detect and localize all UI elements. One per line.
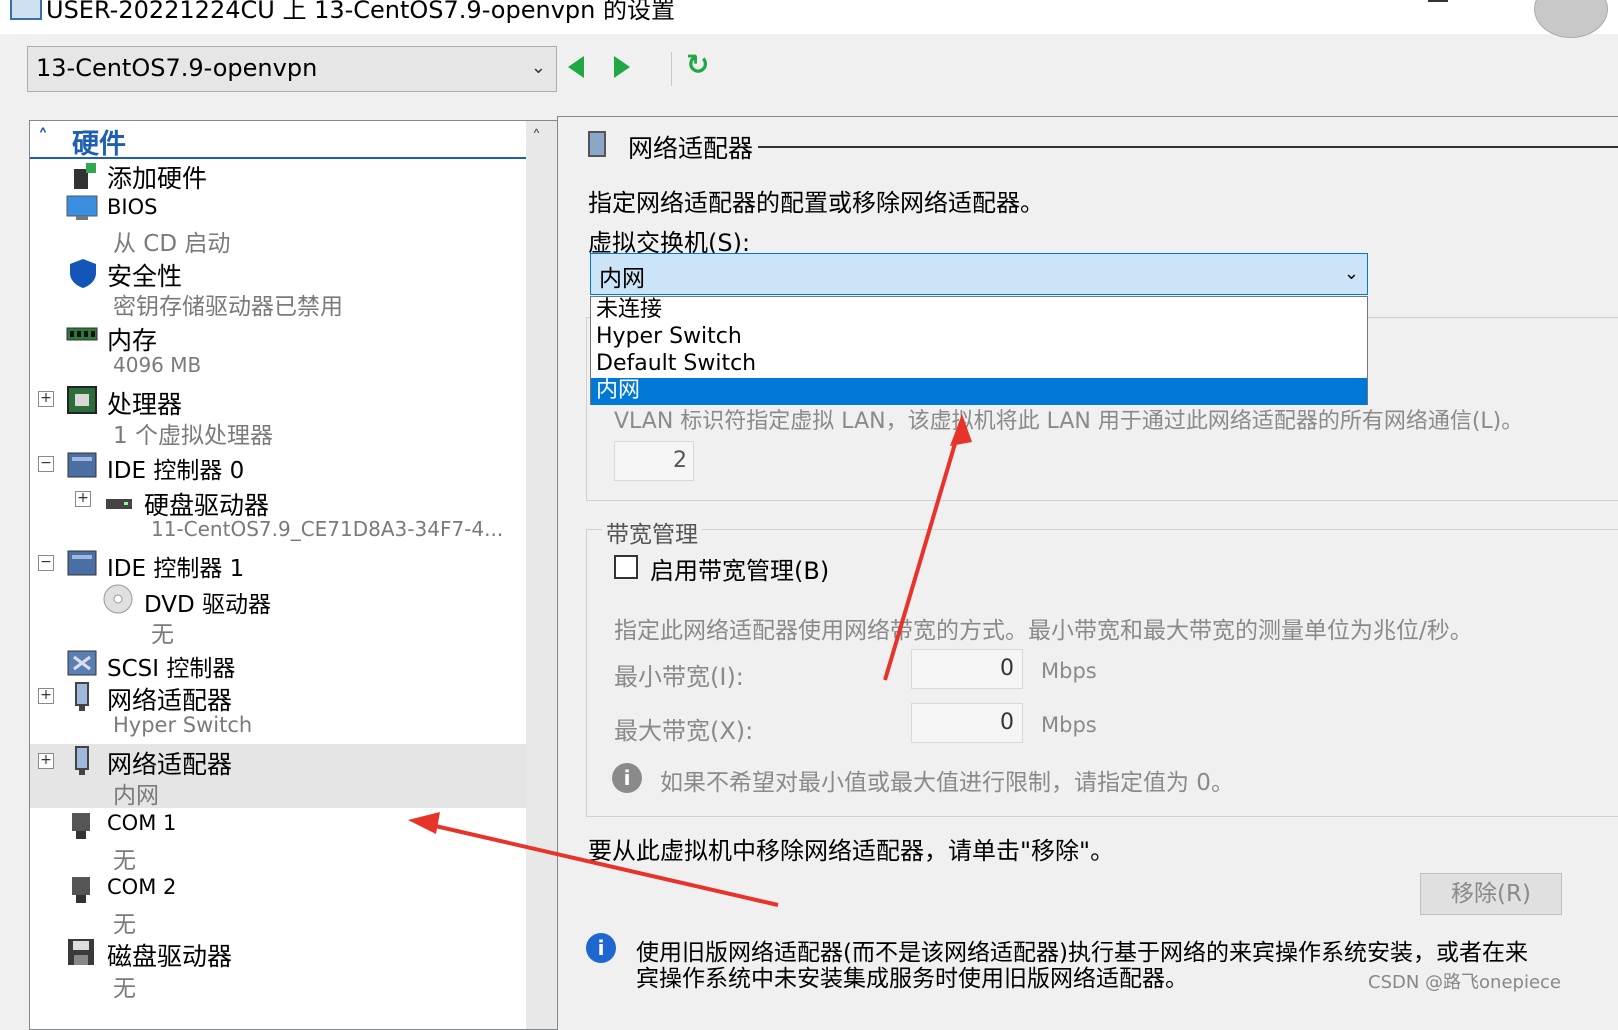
tree-item-add-hardware[interactable]: 添加硬件 — [107, 159, 207, 195]
shield-icon — [68, 257, 98, 288]
back-button[interactable] — [568, 52, 594, 82]
max-bandwidth-input[interactable]: 0 — [911, 703, 1023, 743]
com-port-icon — [68, 875, 98, 903]
processor-icon — [66, 385, 97, 414]
chevron-down-icon: ⌄ — [1343, 263, 1359, 284]
diskette-sub: 无 — [113, 976, 136, 1002]
tree-item-memory[interactable]: 内存 — [107, 321, 157, 357]
remove-button[interactable]: 移除(R) — [1420, 873, 1562, 915]
arrow-left-icon — [568, 56, 584, 78]
expand-icon[interactable]: + — [38, 753, 54, 769]
dropdown-option[interactable]: 未连接 — [591, 297, 1367, 324]
chevron-down-icon: ⌄ — [530, 57, 546, 78]
security-sub: 密钥存储驱动器已禁用 — [113, 294, 343, 320]
min-bandwidth-unit: Mbps — [1041, 659, 1097, 683]
refresh-icon: ↻ — [686, 48, 710, 81]
vlan-description: VLAN 标识符指定虚拟 LAN，该虚拟机将此 LAN 用于通过此网络适配器的所… — [614, 409, 1524, 434]
memory-sub: 4096 MB — [113, 353, 202, 377]
virtual-switch-value: 内网 — [599, 266, 645, 292]
tree-item-diskette[interactable]: 磁盘驱动器 — [107, 937, 232, 973]
title-rule — [758, 146, 1618, 148]
avatar — [1534, 0, 1608, 38]
info-icon: i — [586, 933, 616, 963]
tree-item-dvd[interactable]: DVD 驱动器 — [144, 585, 271, 619]
tree-item-ide-0[interactable]: IDE 控制器 0 — [107, 451, 244, 485]
expand-icon[interactable]: + — [38, 391, 54, 407]
vm-select[interactable]: 13-CentOS7.9-openvpn ⌄ — [27, 46, 557, 92]
com1-sub: 无 — [113, 848, 136, 874]
app-icon — [10, 0, 42, 20]
hardware-title: 硬件 — [72, 129, 126, 160]
network-adapter-2-sub: 内网 — [113, 783, 159, 809]
tree-item-network-adapter-1[interactable]: 网络适配器 — [107, 681, 232, 717]
scroll-up-icon[interactable]: ˄ — [532, 127, 541, 148]
bios-sub: 从 CD 启动 — [113, 231, 231, 257]
hardware-section-header[interactable]: ˄ 硬件 — [30, 121, 526, 160]
watermark: CSDN @路飞onepiece — [1368, 972, 1562, 993]
virtual-switch-select[interactable]: 内网 ⌄ — [590, 253, 1368, 295]
tree-item-bios[interactable]: BIOS — [107, 195, 157, 219]
selected-row-highlight — [30, 744, 526, 808]
virtual-switch-dropdown: 未连接 Hyper Switch Default Switch 内网 — [590, 296, 1368, 405]
min-bandwidth-label: 最小带宽(I): — [614, 663, 744, 691]
tree-item-com2[interactable]: COM 2 — [107, 875, 176, 899]
minimize-button[interactable] — [1428, 0, 1448, 2]
tree-item-com1[interactable]: COM 1 — [107, 811, 176, 835]
network-adapter-icon — [70, 681, 100, 711]
dvd-icon — [102, 583, 133, 614]
network-adapter-1-sub: Hyper Switch — [113, 713, 253, 737]
window-title: USER-20221224CU 上 13-CentOS7.9-openvpn 的… — [46, 0, 675, 24]
title-bar: USER-20221224CU 上 13-CentOS7.9-openvpn 的… — [0, 0, 1618, 38]
network-adapter-icon — [70, 745, 100, 775]
bandwidth-description: 指定此网络适配器使用网络带宽的方式。最小带宽和最大带宽的测量单位为兆位/秒。 — [614, 618, 1473, 644]
vm-select-value: 13-CentOS7.9-openvpn — [36, 54, 318, 82]
adapter-description: 指定网络适配器的配置或移除网络适配器。 — [588, 189, 1044, 217]
com-port-icon — [68, 811, 98, 839]
bandwidth-hint: 如果不希望对最小值或最大值进行限制，请指定值为 0。 — [660, 770, 1234, 796]
dvd-sub: 无 — [151, 622, 174, 648]
com2-sub: 无 — [113, 912, 136, 938]
min-bandwidth-input[interactable]: 0 — [911, 649, 1023, 689]
network-adapter-icon — [588, 131, 606, 157]
legacy-note-line2: 宾操作系统中未安装集成服务时使用旧版网络适配器。 — [636, 966, 1188, 992]
adapter-settings-panel: 网络适配器 指定网络适配器的配置或移除网络适配器。 虚拟交换机(S): VLAN… — [557, 116, 1618, 1030]
processor-sub: 1 个虚拟处理器 — [113, 423, 273, 449]
dropdown-option[interactable]: Hyper Switch — [591, 324, 1367, 351]
info-icon: i — [612, 763, 642, 793]
dropdown-option-selected[interactable]: 内网 — [591, 378, 1367, 405]
forward-button[interactable] — [614, 52, 640, 82]
bios-icon — [66, 195, 98, 223]
ide-controller-icon — [66, 549, 97, 577]
bandwidth-checkbox[interactable] — [614, 555, 638, 579]
vlan-id-input[interactable]: 2 — [614, 441, 694, 481]
expand-icon[interactable]: + — [38, 688, 54, 704]
toolbar-divider — [671, 52, 672, 86]
hard-drive-sub: 11-CentOS7.9_CE71D8A3-34F7-4... — [151, 517, 504, 541]
dropdown-option[interactable]: Default Switch — [591, 351, 1367, 378]
bandwidth-checkbox-label[interactable]: 启用带宽管理(B) — [650, 551, 829, 586]
collapse-tree-icon[interactable]: − — [38, 456, 54, 472]
arrow-right-icon — [614, 56, 630, 78]
max-bandwidth-label: 最大带宽(X): — [614, 717, 754, 745]
scsi-controller-icon — [66, 649, 97, 677]
diskette-icon — [66, 937, 96, 965]
bandwidth-legend: 带宽管理 — [602, 515, 702, 549]
panel-title: 网络适配器 — [628, 134, 754, 163]
collapse-tree-icon[interactable]: − — [38, 555, 54, 571]
max-bandwidth-unit: Mbps — [1041, 713, 1097, 737]
add-hardware-icon — [70, 161, 100, 189]
collapse-icon[interactable]: ˄ — [38, 125, 48, 149]
tree-item-scsi[interactable]: SCSI 控制器 — [107, 649, 235, 683]
hardware-tree: ˄ 硬件 添加硬件 BIOS 从 CD 启动 安全性 密钥存储驱动器已禁用 内存… — [29, 120, 558, 1030]
tree-item-ide-1[interactable]: IDE 控制器 1 — [107, 549, 244, 583]
remove-description: 要从此虚拟机中移除网络适配器，请单击"移除"。 — [588, 837, 1115, 865]
hard-drive-icon — [104, 493, 134, 521]
ide-controller-icon — [66, 451, 97, 479]
scrollbar[interactable]: ˄ — [526, 121, 557, 1029]
expand-icon[interactable]: + — [75, 491, 91, 507]
memory-icon — [66, 325, 98, 353]
refresh-button[interactable]: ↻ — [686, 50, 716, 80]
